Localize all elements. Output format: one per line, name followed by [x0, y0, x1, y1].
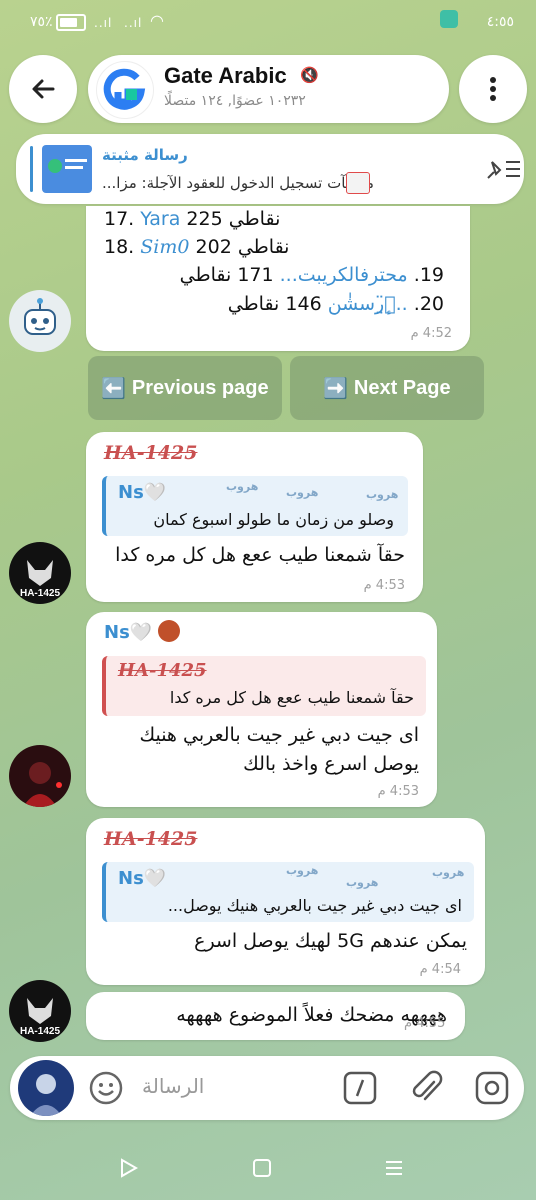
gate-logo-icon — [103, 68, 146, 110]
chat-title: Gate Arabic — [164, 63, 287, 88]
arrow-left-icon: ⬅️ — [101, 377, 127, 400]
status-bar: ٤:٥٥ ٧٥٪ ..ıl ..ıl ◠ — [0, 0, 536, 48]
message-input[interactable]: الرسالة — [142, 1074, 204, 1098]
user-avatar[interactable]: HA-1425 — [9, 542, 71, 604]
back-nav-icon[interactable] — [118, 1158, 140, 1178]
message-time: 4:53 م — [363, 578, 405, 593]
pinned-text: مكافآت تسجيل الدخول للعقود الآجلة: مزا..… — [102, 174, 374, 192]
sender-name[interactable]: HA-1425 — [104, 442, 197, 464]
pinned-label: رسالة مثبتة — [102, 146, 188, 164]
sender-name[interactable]: HA-1425 — [104, 828, 197, 850]
pinned-indicator — [30, 146, 33, 192]
signal-icon-2: ..ıl — [124, 16, 143, 30]
user-avatar[interactable] — [9, 745, 71, 807]
home-nav-icon[interactable] — [252, 1158, 272, 1178]
sender-name[interactable]: Ns🤍 — [104, 622, 152, 643]
leaderboard-name: ..ٱ̤ٕ̈رسشٰٰٰن — [327, 293, 408, 315]
message-time: 4:53 م — [377, 784, 419, 799]
attach-icon[interactable] — [408, 1068, 444, 1108]
recents-nav-icon[interactable] — [384, 1158, 404, 1178]
watermark-sticker: هروب — [366, 488, 399, 501]
svg-text:HA-1425: HA-1425 — [20, 1026, 60, 1037]
battery-icon — [56, 14, 86, 31]
arrow-left-icon — [32, 79, 55, 99]
message-input-bar: الرسالة — [10, 1056, 524, 1120]
watermark-sticker: هروب — [346, 876, 379, 889]
calendar-icon — [346, 172, 370, 194]
reply-quote[interactable]: Ns🤍 هروب هروب هروب اى جيت دبي غير جيت با… — [102, 862, 474, 922]
message-time: 4:55 م — [404, 1016, 446, 1031]
status-time: ٤:٥٥ — [486, 14, 514, 30]
wolf-logo-icon: HA-1425 — [20, 560, 60, 599]
robot-icon — [24, 298, 56, 335]
bot-avatar[interactable] — [9, 290, 71, 352]
group-avatar — [96, 61, 154, 119]
message-text: اى جيت دبي غير جيت بالعربي هنيك — [139, 724, 419, 746]
emoji-icon[interactable] — [88, 1070, 124, 1106]
leaderboard-row: 19. محترفالكريبت... 171 نقاطي — [179, 264, 444, 286]
my-avatar[interactable] — [18, 1060, 74, 1116]
lollipop-icon — [158, 620, 180, 642]
watermark-sticker: هروب — [286, 864, 319, 877]
message-bubble[interactable]: HA-1425 Ns🤍 هروب هروب هروب اى جيت دبي غي… — [86, 818, 485, 985]
message-text: يمكن عندهم 5G لهيك يوصل اسرع — [194, 930, 467, 952]
more-options-button[interactable] — [459, 55, 527, 123]
message-time: 4:54 م — [419, 962, 461, 977]
watermark-sticker: هروب — [286, 486, 319, 499]
leaderboard-name: Sim0 — [140, 236, 190, 258]
camera-video-icon[interactable] — [474, 1070, 510, 1106]
bot-command-icon[interactable] — [342, 1070, 378, 1106]
more-vertical-icon — [490, 77, 496, 101]
leaderboard-name: Yara — [140, 208, 181, 230]
girl-avatar-icon — [23, 762, 62, 807]
chat-subtitle: ١٠٢٣٢ عضوًا, ١٢٤ متصلًا — [164, 93, 306, 109]
message-text: حقآ شمعنا طيب ععع هل كل مره كدا — [115, 544, 405, 566]
leaderboard-row: 20. ..ٱ̤ٕ̈رسشٰٰٰن 146 نقاطي — [227, 293, 444, 315]
app-notification-icon — [440, 10, 458, 28]
reply-quote[interactable]: HA-1425 حقآ شمعنا طيب ععع هل كل مره كدا — [102, 656, 426, 716]
pinned-message-bar[interactable]: رسالة مثبتة مكافآت تسجيل الدخول للعقود ا… — [16, 134, 524, 204]
muted-icon: 🔇 — [300, 66, 319, 84]
pinned-thumbnail — [42, 145, 92, 193]
pinned-list-icon[interactable] — [484, 156, 524, 182]
wifi-icon: ◠ — [150, 11, 164, 30]
arrow-right-icon: ➡️ — [323, 377, 349, 400]
leaderboard-row: 17. Yara 225 نقاطي — [104, 208, 281, 230]
next-page-button[interactable]: ➡️ Next Page — [290, 356, 484, 420]
message-time: 4:52 م — [410, 326, 452, 341]
wolf-logo-icon: HA-1425 — [20, 998, 60, 1037]
character-avatar-icon — [30, 1074, 62, 1116]
reply-quote[interactable]: Ns🤍 هروب هروب هروب وصلو من زمان ما طولو … — [102, 476, 408, 536]
watermark-sticker: هروب — [432, 866, 465, 879]
message-bubble[interactable]: Ns🤍 HA-1425 حقآ شمعنا طيب ععع هل كل مره … — [86, 612, 437, 807]
message-bubble[interactable]: ههههه مضحك فعلاً الموضوع ههههه 4:55 م — [86, 992, 465, 1040]
previous-page-button[interactable]: ⬅️ Previous page — [88, 356, 282, 420]
chat-header[interactable]: Gate Arabic 🔇 ١٠٢٣٢ عضوًا, ١٢٤ متصلًا — [88, 55, 449, 123]
back-button[interactable] — [9, 55, 77, 123]
leaderboard-name: محترفالكريبت... — [279, 264, 408, 286]
watermark-sticker: هروب — [226, 480, 259, 493]
signal-icon: ..ıl — [94, 16, 113, 30]
user-avatar[interactable]: HA-1425 — [9, 980, 71, 1042]
battery-percent: ٧٥٪ — [30, 14, 53, 30]
message-bubble[interactable]: HA-1425 Ns🤍 هروب هروب هروب وصلو من زمان … — [86, 432, 423, 602]
svg-text:HA-1425: HA-1425 — [20, 588, 60, 599]
leaderboard-message: 17. Yara 225 نقاطي 18. Sim0 202 نقاطي 19… — [86, 206, 470, 351]
leaderboard-row: 18. Sim0 202 نقاطي — [104, 236, 290, 258]
system-nav-bar — [0, 1134, 536, 1200]
message-text: يوصل اسرع واخذ بالك — [243, 753, 419, 775]
